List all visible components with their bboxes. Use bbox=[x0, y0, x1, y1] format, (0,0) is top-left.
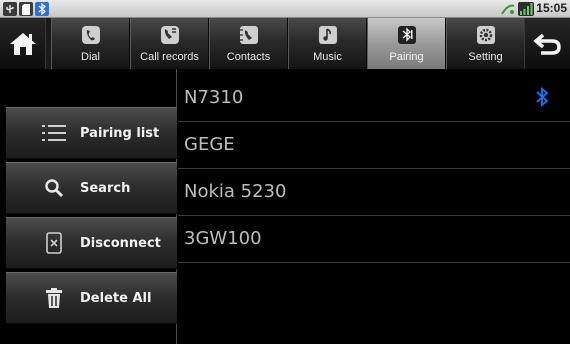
pairing-list-button[interactable]: Pairing list bbox=[6, 107, 177, 159]
trash-icon bbox=[40, 284, 68, 312]
device-name: Nokia 5230 bbox=[184, 181, 287, 202]
tab-call-records[interactable]: Call records bbox=[130, 18, 209, 69]
phone-icon bbox=[80, 24, 102, 46]
disconnect-icon bbox=[40, 229, 68, 257]
search-button[interactable]: Search bbox=[6, 162, 177, 214]
call-log-icon bbox=[159, 24, 181, 46]
status-bar: 15:05 bbox=[0, 0, 570, 18]
tab-music[interactable]: Music bbox=[288, 18, 367, 69]
contacts-icon bbox=[238, 24, 260, 46]
delete-all-button[interactable]: Delete All bbox=[6, 272, 177, 324]
tab-setting[interactable]: Setting bbox=[446, 18, 525, 69]
sidebar: Pairing list Search Disconnect Delete Al… bbox=[0, 69, 177, 344]
tab-label-call-records: Call records bbox=[140, 51, 199, 63]
device-name: N7310 bbox=[184, 87, 244, 108]
disconnect-label: Disconnect bbox=[80, 235, 161, 251]
signal-icon bbox=[500, 2, 516, 16]
tab-contacts[interactable]: Contacts bbox=[209, 18, 288, 69]
top-navigation: Dial Call records Contacts Music Pairing… bbox=[0, 18, 570, 69]
device-name: GEGE bbox=[184, 134, 235, 155]
usb-icon bbox=[3, 2, 17, 16]
home-button[interactable] bbox=[0, 18, 46, 69]
back-button[interactable] bbox=[524, 18, 570, 69]
pairing-list-label: Pairing list bbox=[80, 125, 160, 141]
device-name: 3GW100 bbox=[184, 228, 262, 249]
tab-label-dial: Dial bbox=[81, 51, 100, 63]
back-arrow-icon bbox=[532, 33, 561, 55]
tab-dial[interactable]: Dial bbox=[51, 18, 130, 69]
tab-label-pairing: Pairing bbox=[389, 51, 424, 63]
bluetooth-icon bbox=[35, 2, 49, 16]
tab-label-setting: Setting bbox=[468, 51, 503, 63]
tab-label-contacts: Contacts bbox=[226, 51, 271, 63]
signal-bars-icon bbox=[518, 2, 534, 16]
home-icon bbox=[9, 32, 36, 55]
tab-label-music: Music bbox=[313, 51, 342, 63]
search-icon bbox=[40, 174, 68, 202]
status-time: 15:05 bbox=[536, 1, 567, 15]
gear-icon bbox=[475, 24, 497, 46]
music-icon bbox=[317, 24, 339, 46]
list-item[interactable]: GEGE bbox=[178, 122, 570, 169]
tab-pairing[interactable]: Pairing bbox=[367, 18, 446, 69]
sd-card-icon bbox=[19, 2, 33, 16]
bluetooth-connected-icon bbox=[535, 86, 549, 108]
device-list: N7310 GEGE Nokia 5230 3GW100 bbox=[178, 75, 570, 344]
list-item[interactable]: 3GW100 bbox=[178, 216, 570, 263]
list-item[interactable]: Nokia 5230 bbox=[178, 169, 570, 216]
disconnect-button[interactable]: Disconnect bbox=[6, 217, 177, 269]
list-item[interactable]: N7310 bbox=[178, 75, 570, 122]
list-icon bbox=[40, 119, 68, 147]
delete-all-label: Delete All bbox=[80, 290, 152, 306]
bluetooth-icon bbox=[396, 24, 418, 46]
search-label: Search bbox=[80, 180, 131, 196]
